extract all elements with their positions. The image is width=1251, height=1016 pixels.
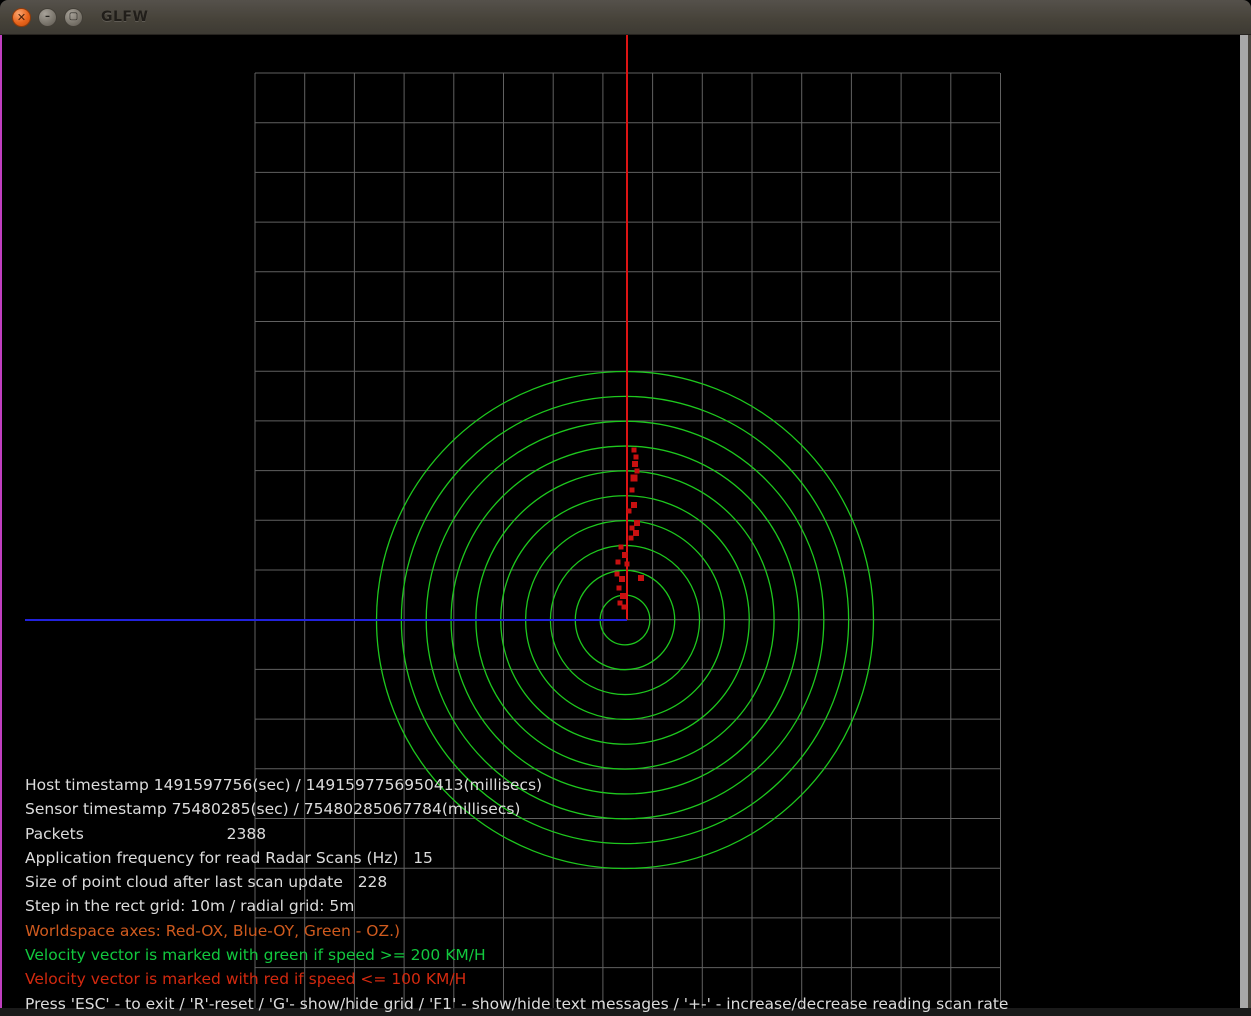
radar-viewport[interactable]: Host timestamp 1491597756(sec) / 1491597…: [0, 35, 1251, 1008]
radar-point: [631, 475, 638, 482]
hud-line: Size of point cloud after last scan upda…: [25, 870, 1008, 894]
radar-point: [616, 560, 621, 565]
right-edge-strip: [1240, 35, 1251, 1008]
hud-line: Step in the rect grid: 10m / radial grid…: [25, 894, 1008, 918]
radar-point: [632, 461, 638, 467]
radar-point: [629, 536, 634, 541]
hud-line: Velocity vector is marked with green if …: [25, 943, 1008, 967]
radar-point: [622, 552, 628, 558]
radar-point: [630, 526, 635, 531]
hud-line: Worldspace axes: Red-OX, Blue-OY, Green …: [25, 919, 1008, 943]
radar-point: [622, 605, 627, 610]
radar-point: [615, 572, 620, 577]
radar-point: [630, 488, 635, 493]
hud-line: Press 'ESC' - to exit / 'R'-reset / 'G'-…: [25, 992, 1008, 1016]
radar-point: [634, 520, 640, 526]
maximize-button[interactable]: ▢: [64, 8, 83, 27]
radar-point: [633, 530, 639, 536]
radar-point: [632, 448, 637, 453]
minimize-icon: –: [45, 12, 50, 22]
radar-point: [627, 509, 632, 514]
window-title: GLFW: [101, 9, 148, 25]
glfw-window: ✕ – ▢ GLFW Host timestamp 1491597756(sec…: [0, 0, 1251, 1008]
radar-point: [631, 502, 637, 508]
close-icon: ✕: [17, 12, 26, 23]
hud-line: Packets 2388: [25, 822, 1008, 846]
hud-line: Velocity vector is marked with red if sp…: [25, 967, 1008, 991]
radar-point: [634, 455, 639, 460]
close-button[interactable]: ✕: [12, 8, 31, 27]
radar-point: [619, 576, 625, 582]
hud-line: Sensor timestamp 75480285(sec) / 7548028…: [25, 797, 1008, 821]
maximize-icon: ▢: [69, 12, 78, 22]
radar-point: [635, 469, 640, 474]
hud-line: Application frequency for read Radar Sca…: [25, 846, 1008, 870]
radar-point: [625, 562, 630, 567]
hud-text: Host timestamp 1491597756(sec) / 1491597…: [25, 773, 1008, 1016]
hud-line: Host timestamp 1491597756(sec) / 1491597…: [25, 773, 1008, 797]
titlebar[interactable]: ✕ – ▢ GLFW: [0, 0, 1251, 35]
radar-point: [619, 545, 624, 550]
minimize-button[interactable]: –: [38, 8, 57, 27]
radar-point: [638, 575, 644, 581]
left-edge-line: [0, 35, 2, 1008]
radar-point: [617, 586, 622, 591]
radar-point: [620, 593, 626, 599]
